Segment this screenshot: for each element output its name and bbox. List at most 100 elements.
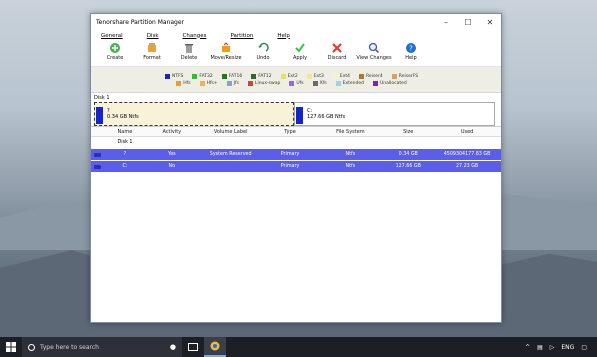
cell-volume-label: System Reserved	[209, 152, 252, 157]
format-button[interactable]: Format	[134, 41, 170, 61]
title-bar[interactable]: Tenorshare Partition Manager – ☐ ✕	[91, 14, 501, 30]
legend-swatch	[335, 80, 341, 86]
task-view-button[interactable]	[182, 337, 204, 357]
legend-swatch	[359, 73, 364, 79]
move-resize-button[interactable]: Move/Resize	[208, 41, 244, 61]
cell-size: 0.34 GB	[398, 152, 418, 157]
legend-label: FAT16	[228, 73, 243, 79]
cell-type: Primary	[280, 152, 300, 157]
legend-swatch	[226, 80, 232, 86]
taskbar-search[interactable]: Type here to search ●	[22, 337, 182, 357]
col-type[interactable]: Type	[263, 129, 318, 135]
legend-swatch	[372, 80, 378, 86]
menu-general[interactable]: General	[101, 33, 123, 39]
legend-label: ReiserFS	[398, 73, 419, 79]
discard-icon	[331, 41, 343, 55]
legend-item: FAT32	[192, 73, 213, 79]
legend-label: FAT32	[199, 73, 213, 79]
view-changes-label: View Changes	[356, 55, 392, 61]
partition-block-reserved[interactable]: ? 0.34 GB Ntfs	[94, 102, 294, 126]
taskbar-app-partition-manager[interactable]	[204, 337, 226, 357]
language-indicator[interactable]: ENG	[561, 344, 574, 351]
maximize-button[interactable]: ☐	[457, 14, 479, 30]
menu-changes[interactable]: Changes	[183, 33, 207, 39]
legend-item: ReiserFS	[391, 73, 419, 79]
col-name[interactable]: Name	[105, 129, 145, 135]
legend-item: Linux-swap	[247, 80, 280, 86]
legend-swatch	[221, 73, 227, 79]
partition-block-c[interactable]: C: 127.66 GB Ntfs	[294, 102, 495, 126]
disk-map: Disk 1 ? 0.34 GB Ntfs C: 127.66 GB Ntfs	[91, 93, 501, 127]
cell-type: Primary	[280, 164, 300, 169]
menu-partition[interactable]: Partition	[230, 33, 253, 39]
menu-disk[interactable]: Disk	[147, 33, 159, 39]
legend-label: Hfs	[183, 80, 191, 86]
undo-icon	[257, 41, 269, 55]
cell-activity: No	[168, 164, 176, 169]
legend-item: FAT12	[251, 73, 272, 79]
col-activity[interactable]: Activity	[145, 129, 199, 135]
legend-swatch	[251, 73, 257, 79]
view-changes-icon	[368, 41, 380, 55]
legend-item: Hfs+	[199, 80, 218, 86]
format-icon	[146, 41, 158, 55]
help-button[interactable]: ? Help	[393, 41, 429, 61]
start-button[interactable]	[0, 342, 22, 352]
legend-item: Reiser4	[359, 73, 383, 79]
apply-button[interactable]: Apply	[282, 41, 318, 61]
cell-name: ?	[123, 152, 127, 157]
col-file-system[interactable]: File System	[317, 129, 383, 135]
delete-button[interactable]: Delete	[171, 41, 207, 61]
legend-row: NTFS FAT32 FAT16 FAT12 Ext2 Ext3 Ext4 Reiser4 Re…	[164, 73, 427, 79]
tray-chevron-icon[interactable]: ^	[525, 344, 530, 351]
col-used[interactable]: Used	[433, 129, 501, 135]
legend-item: Jfs	[226, 80, 239, 86]
legend-item: Hfs	[176, 80, 191, 86]
legend-label: Unallocated	[379, 80, 407, 86]
svg-text:?: ?	[409, 45, 413, 53]
legend-swatch	[312, 80, 318, 86]
help-label: Help	[405, 55, 417, 61]
menu-bar: General Disk Changes Partition Help	[91, 30, 501, 41]
microphone-icon[interactable]: ●	[170, 343, 176, 351]
view-changes-button[interactable]: View Changes	[356, 41, 392, 61]
menu-help[interactable]: Help	[277, 33, 290, 39]
col-volume-label[interactable]: Volume Label	[199, 129, 263, 135]
close-button[interactable]: ✕	[479, 14, 501, 30]
legend-item: Ufs	[289, 80, 304, 86]
cell-size: 127.66 GB	[395, 164, 421, 169]
legend-item: Unallocated	[372, 80, 407, 86]
disk-row[interactable]: Disk 1	[91, 137, 501, 148]
partition-manager-app-icon	[210, 341, 220, 351]
legend-label: Hfs+	[206, 80, 218, 86]
partition-icon	[94, 164, 102, 169]
move-resize-icon	[220, 41, 232, 55]
legend-label: NTFS	[171, 73, 184, 79]
volume-icon[interactable]: ▷	[550, 344, 555, 351]
ntfs-bar	[296, 107, 303, 124]
undo-label: Undo	[256, 55, 270, 61]
table-row[interactable]: ? Yes System Reserved Primary Ntfs 0.34 …	[91, 149, 501, 160]
legend-swatch	[289, 80, 295, 86]
task-view-icon	[188, 343, 198, 351]
app-window: Tenorshare Partition Manager – ☐ ✕ Gener…	[90, 13, 502, 323]
minimize-button[interactable]: –	[435, 14, 457, 30]
create-button[interactable]: Create	[97, 41, 133, 61]
legend-label: Ext4	[339, 73, 350, 79]
cell-file-system: Ntfs	[345, 164, 356, 169]
discard-button[interactable]: Discard	[319, 41, 355, 61]
legend-item: Ext2	[280, 73, 298, 79]
legend-swatch	[199, 80, 205, 86]
notification-icon[interactable]: ▢	[581, 344, 587, 351]
legend-label: Reiser4	[366, 73, 383, 79]
disk-row-label: Disk 1	[117, 140, 133, 145]
system-tray: ^ ▤ ▷ ENG ▢	[518, 344, 597, 351]
legend-swatch	[192, 73, 198, 79]
table-row[interactable]: C: No Primary Ntfs 127.66 GB 27.23 GB	[91, 161, 501, 172]
undo-button[interactable]: Undo	[245, 41, 281, 61]
search-placeholder: Type here to search	[40, 343, 99, 351]
network-icon[interactable]: ▤	[537, 344, 543, 351]
col-size[interactable]: Size	[383, 129, 433, 135]
partition-size: 0.34 GB Ntfs	[107, 114, 139, 120]
cell-name: C:	[122, 164, 128, 169]
